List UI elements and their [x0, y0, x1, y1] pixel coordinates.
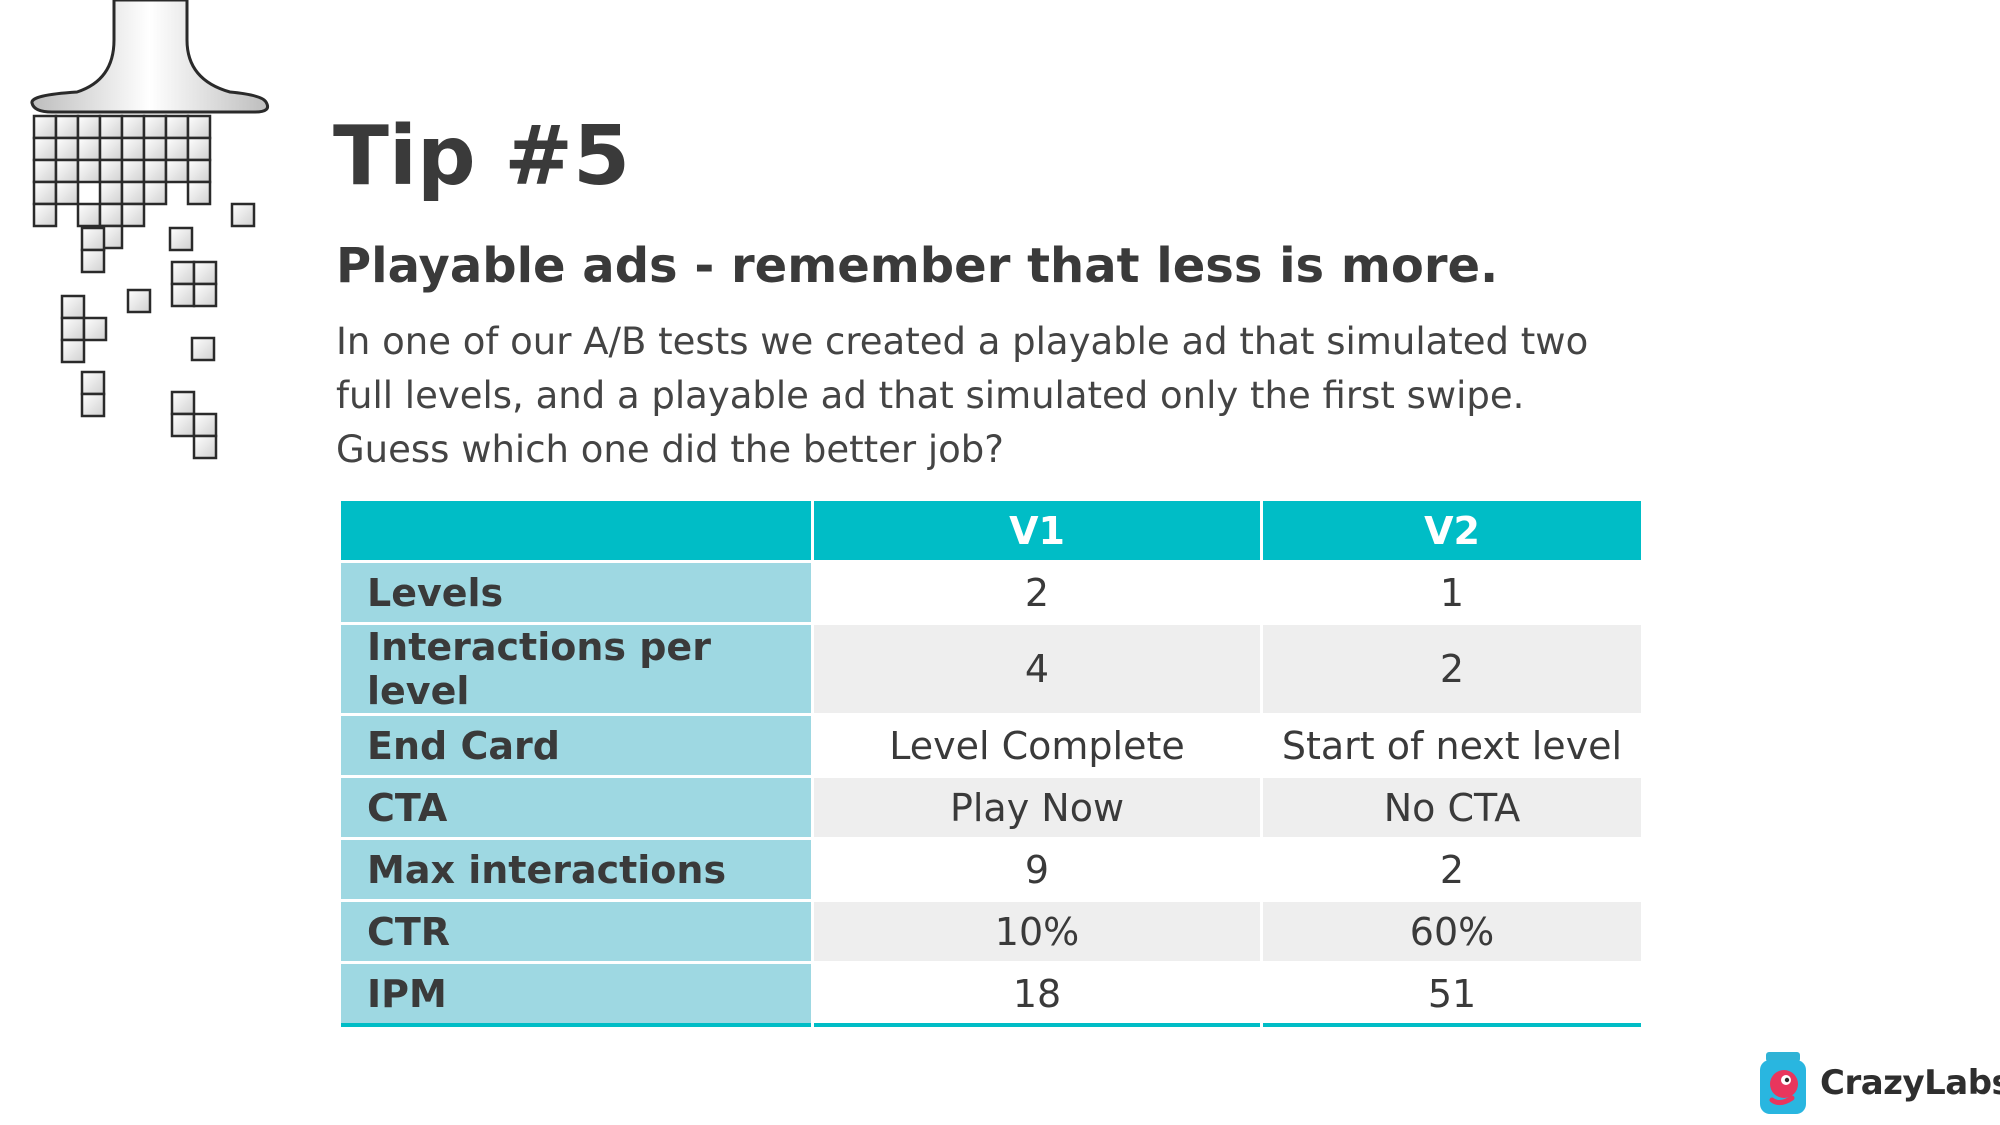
pixel-square: [54, 180, 80, 206]
pixel-square: [120, 158, 146, 184]
pixel-square: [170, 260, 196, 286]
table-row: CTR 10% 60%: [341, 902, 1641, 961]
pixel-square: [190, 336, 216, 362]
table-header-empty: [341, 501, 811, 560]
cell-v2: 51: [1263, 964, 1641, 1027]
table-row: Levels 2 1: [341, 563, 1641, 622]
cell-v2: 1: [1263, 563, 1641, 622]
pixel-square: [186, 180, 212, 206]
page-title: Tip #5: [333, 109, 631, 204]
cell-v1: 10%: [814, 902, 1260, 961]
pixel-square: [186, 158, 212, 184]
pixel-square: [120, 202, 146, 228]
pixel-square: [54, 114, 80, 140]
row-label: Levels: [341, 563, 811, 622]
pixel-square: [164, 158, 190, 184]
pixel-square: [192, 260, 218, 286]
pixel-square: [168, 226, 194, 252]
table-row: IPM 18 51: [341, 964, 1641, 1027]
pixel-square: [60, 294, 86, 320]
pixel-square: [76, 202, 102, 228]
table-row: CTA Play Now No CTA: [341, 778, 1641, 837]
paintbrush-pixels-icon: [30, 0, 270, 460]
pixel-square: [98, 180, 124, 206]
row-label: CTA: [341, 778, 811, 837]
pixel-square: [32, 158, 58, 184]
pixel-square: [80, 370, 106, 396]
cell-v2: No CTA: [1263, 778, 1641, 837]
table-header-v2: V2: [1263, 501, 1641, 560]
pixel-square: [76, 136, 102, 162]
pixel-square: [60, 316, 86, 342]
table-row: Interactions per level 4 2: [341, 625, 1641, 713]
pixel-square: [192, 282, 218, 308]
pixel-square: [32, 136, 58, 162]
cell-v1: 4: [814, 625, 1260, 713]
table-row: Max interactions 9 2: [341, 840, 1641, 899]
cell-v1: 18: [814, 964, 1260, 1027]
pixel-square: [142, 158, 168, 184]
pixel-square: [120, 136, 146, 162]
pixel-square: [32, 114, 58, 140]
pixel-square: [230, 202, 256, 228]
pixel-square: [32, 202, 58, 228]
table-header-v1: V1: [814, 501, 1260, 560]
pixel-square: [76, 114, 102, 140]
body-line: In one of our A/B tests we created a pla…: [336, 320, 1589, 363]
pixel-square: [164, 136, 190, 162]
page-subtitle: Playable ads - remember that less is mor…: [336, 238, 1499, 294]
row-label: CTR: [341, 902, 811, 961]
pixel-square: [120, 114, 146, 140]
pixel-square: [54, 158, 80, 184]
crazylabs-logo: CrazyLabs: [1758, 1050, 2000, 1116]
pixel-square: [54, 136, 80, 162]
pixel-square: [82, 316, 108, 342]
logo-text: CrazyLabs: [1820, 1063, 2000, 1103]
pixel-square: [32, 180, 58, 206]
pixel-square: [80, 248, 106, 274]
pixel-square: [186, 136, 212, 162]
body-paragraph: In one of our A/B tests we created a pla…: [336, 315, 1636, 477]
pixel-square: [120, 180, 146, 206]
pixel-square: [80, 226, 106, 252]
cell-v1: Level Complete: [814, 716, 1260, 775]
pixel-square: [170, 282, 196, 308]
table-header-row: V1 V2: [341, 501, 1641, 560]
cell-v2: Start of next level: [1263, 716, 1641, 775]
pixel-square: [192, 434, 218, 460]
pixel-square: [170, 412, 196, 438]
pixel-square: [170, 390, 196, 416]
pixel-square: [142, 180, 168, 206]
table-row: End Card Level Complete Start of next le…: [341, 716, 1641, 775]
body-line: Guess which one did the better job?: [336, 428, 1004, 471]
pixel-square: [98, 114, 124, 140]
pixel-square: [80, 392, 106, 418]
ab-test-table: V1 V2 Levels 2 1 Interactions per level …: [338, 498, 1644, 1030]
pixel-square: [60, 338, 86, 364]
pixel-square: [126, 288, 152, 314]
cell-v1: 2: [814, 563, 1260, 622]
row-label: IPM: [341, 964, 811, 1027]
cell-v1: 9: [814, 840, 1260, 899]
pixel-square: [98, 158, 124, 184]
row-label: Max interactions: [341, 840, 811, 899]
pixel-square: [164, 114, 190, 140]
pixel-square: [192, 412, 218, 438]
pixel-square: [186, 114, 212, 140]
pixel-square: [142, 114, 168, 140]
crazylabs-jar-icon: [1760, 1052, 1806, 1114]
cell-v2: 2: [1263, 840, 1641, 899]
cell-v2: 2: [1263, 625, 1641, 713]
pixel-square: [98, 202, 124, 228]
pixel-square: [76, 158, 102, 184]
cell-v1: Play Now: [814, 778, 1260, 837]
row-label: Interactions per level: [341, 625, 811, 713]
pixel-square: [98, 136, 124, 162]
pixel-square: [142, 136, 168, 162]
cell-v2: 60%: [1263, 902, 1641, 961]
body-line: full levels, and a playable ad that simu…: [336, 374, 1525, 417]
row-label: End Card: [341, 716, 811, 775]
